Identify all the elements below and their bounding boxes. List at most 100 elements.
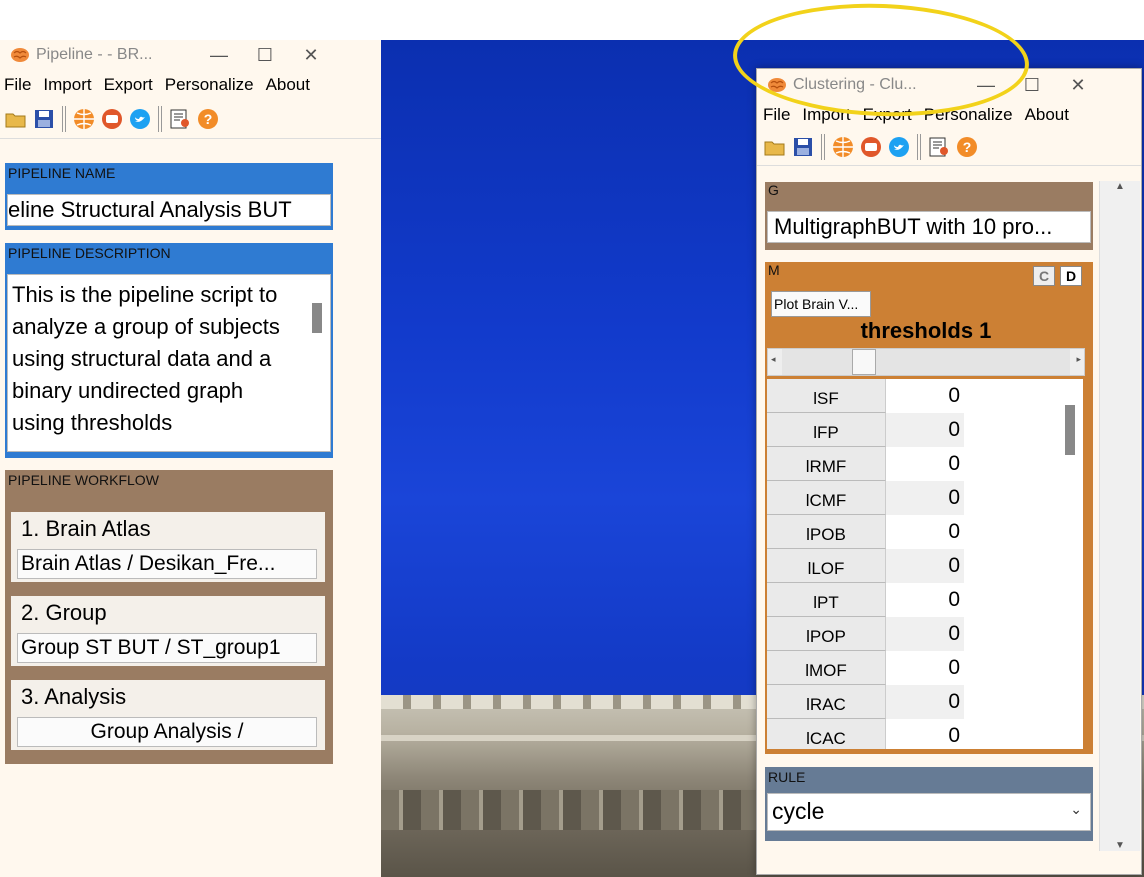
- thresholds-title: thresholds 1: [860, 318, 992, 343]
- help-icon[interactable]: ?: [197, 108, 219, 130]
- pipeline-name-label: PIPELINE NAME: [8, 165, 116, 181]
- brain-atlas-button[interactable]: Brain Atlas / Desikan_Fre...: [17, 549, 317, 579]
- row-name-cell: lLOF: [767, 549, 886, 583]
- row-value-cell[interactable]: 0: [886, 481, 964, 515]
- plot-brain-view-button[interactable]: Plot Brain V...: [771, 291, 871, 317]
- close-button[interactable]: ✕: [288, 45, 334, 66]
- save-icon[interactable]: [792, 136, 814, 158]
- row-name-cell: lCMF: [767, 481, 886, 515]
- row-name-cell: lMOF: [767, 651, 886, 685]
- table-scrollbar-thumb[interactable]: [1065, 405, 1075, 455]
- chat-icon[interactable]: [860, 136, 882, 158]
- pipeline-description-textarea[interactable]: This is the pipeline script to analyze a…: [7, 274, 331, 452]
- chevron-down-icon: ⌄: [1070, 801, 1082, 817]
- certificate-icon[interactable]: [928, 136, 950, 158]
- chat-icon[interactable]: [101, 108, 123, 130]
- toolbar-separator: [158, 106, 162, 132]
- pipeline-titlebar: Pipeline - - BR... — ☐ ✕: [0, 40, 381, 70]
- row-name-cell: lPT: [767, 583, 886, 617]
- group-button[interactable]: Group ST BUT / ST_group1: [17, 633, 317, 663]
- pipeline-name-input[interactable]: eline Structural Analysis BUT: [7, 194, 331, 226]
- rule-value: cycle: [772, 798, 825, 824]
- rule-label: RULE: [768, 769, 806, 785]
- open-folder-icon[interactable]: [764, 136, 786, 158]
- save-icon[interactable]: [33, 108, 55, 130]
- menu-about[interactable]: About: [1019, 101, 1075, 129]
- group-analysis-button[interactable]: Group Analysis /: [17, 717, 317, 747]
- row-value-cell[interactable]: 0: [886, 447, 964, 481]
- window-scrollbar[interactable]: ▲ ▼: [1099, 181, 1140, 851]
- row-name-cell: lSF: [767, 379, 886, 413]
- open-folder-icon[interactable]: [5, 108, 27, 130]
- row-value-cell[interactable]: 0: [886, 583, 964, 617]
- scrollbar-thumb[interactable]: [312, 303, 322, 333]
- pipeline-description-panel: PIPELINE DESCRIPTION This is the pipelin…: [5, 243, 333, 458]
- menu-export[interactable]: Export: [98, 70, 159, 100]
- row-name-cell: lPOB: [767, 515, 886, 549]
- threshold-slider[interactable]: ◂ ▸: [767, 348, 1085, 376]
- table-row: lPOP 0: [767, 617, 1083, 651]
- pipeline-title: Pipeline - - BR...: [36, 46, 153, 63]
- twitter-icon[interactable]: [888, 136, 910, 158]
- table-row: lFP 0: [767, 413, 1083, 447]
- step-title: 3. Analysis: [21, 684, 127, 709]
- pipeline-workflow-label: PIPELINE WORKFLOW: [8, 472, 159, 488]
- row-value-cell[interactable]: 0: [886, 685, 964, 719]
- pipeline-workflow-panel: PIPELINE WORKFLOW 1. Brain Atlas Brain A…: [5, 470, 333, 764]
- d-button[interactable]: D: [1060, 266, 1082, 286]
- row-value-cell[interactable]: 0: [886, 651, 964, 685]
- help-icon[interactable]: ?: [956, 136, 978, 158]
- rule-panel: RULE cycle ⌄: [765, 767, 1093, 841]
- table-row: lSF 0: [767, 379, 1083, 413]
- pipeline-name-panel: PIPELINE NAME eline Structural Analysis …: [5, 163, 333, 230]
- table-row: lRMF 0: [767, 447, 1083, 481]
- menu-import[interactable]: Import: [37, 70, 97, 100]
- table-row: lPOB 0: [767, 515, 1083, 549]
- pipeline-toolbar: ?: [0, 100, 381, 139]
- close-button[interactable]: ✕: [1055, 75, 1101, 96]
- clustering-toolbar: ?: [757, 129, 1141, 166]
- row-value-cell[interactable]: 0: [886, 379, 964, 413]
- menu-about[interactable]: About: [260, 70, 316, 100]
- table-row: lRAC 0: [767, 685, 1083, 719]
- globe-icon[interactable]: [832, 136, 854, 158]
- toolbar-separator: [917, 134, 921, 160]
- row-name-cell: lRMF: [767, 447, 886, 481]
- table-row: lMOF 0: [767, 651, 1083, 685]
- menu-personalize[interactable]: Personalize: [159, 70, 260, 100]
- workflow-step-group: 2. Group Group ST BUT / ST_group1: [11, 596, 325, 666]
- slider-thumb[interactable]: [852, 349, 876, 375]
- rule-select[interactable]: cycle ⌄: [767, 793, 1091, 831]
- toolbar-separator: [821, 134, 825, 160]
- row-value-cell[interactable]: 0: [886, 549, 964, 583]
- twitter-icon[interactable]: [129, 108, 151, 130]
- row-value-cell[interactable]: 0: [886, 617, 964, 651]
- pipeline-description-label: PIPELINE DESCRIPTION: [8, 245, 171, 261]
- g-panel: G MultigraphBUT with 10 pro...: [765, 182, 1093, 250]
- step-title: 2. Group: [21, 600, 107, 625]
- maximize-button[interactable]: ☐: [242, 45, 288, 66]
- brain-icon: [11, 48, 29, 62]
- c-button[interactable]: C: [1033, 266, 1055, 286]
- row-value-cell[interactable]: 0: [886, 413, 964, 447]
- certificate-icon[interactable]: [169, 108, 191, 130]
- m-panel: M C D Plot Brain V... thresholds 1 ◂ ▸ l…: [765, 262, 1093, 754]
- globe-icon[interactable]: [73, 108, 95, 130]
- pipeline-description-text: This is the pipeline script to analyze a…: [12, 282, 280, 435]
- workflow-step-analysis: 3. Analysis Group Analysis /: [11, 680, 325, 750]
- g-label: G: [768, 182, 779, 198]
- table-row: lCAC 0: [767, 719, 1083, 749]
- menu-file[interactable]: File: [757, 101, 796, 129]
- row-name-cell: lCAC: [767, 719, 886, 749]
- row-name-cell: lPOP: [767, 617, 886, 651]
- pipeline-window: Pipeline - - BR... — ☐ ✕ File Import Exp…: [0, 40, 381, 877]
- row-value-cell[interactable]: 0: [886, 719, 964, 749]
- row-value-cell[interactable]: 0: [886, 515, 964, 549]
- workflow-step-brain-atlas: 1. Brain Atlas Brain Atlas / Desikan_Fre…: [11, 512, 325, 582]
- menu-file[interactable]: File: [0, 70, 37, 100]
- minimize-button[interactable]: —: [196, 45, 242, 66]
- threshold-table: lSF 0 lFP 0 lRMF 0 lCMF 0 lPOB 0 lLOF 0 lPT 0 lPOP 0 lMO…: [767, 379, 1083, 749]
- table-row: lLOF 0: [767, 549, 1083, 583]
- table-body: lSF 0 lFP 0 lRMF 0 lCMF 0 lPOB 0 lLOF 0 lPT 0 lPOP 0 lMO…: [767, 379, 1083, 749]
- multigraph-button[interactable]: MultigraphBUT with 10 pro...: [767, 211, 1091, 243]
